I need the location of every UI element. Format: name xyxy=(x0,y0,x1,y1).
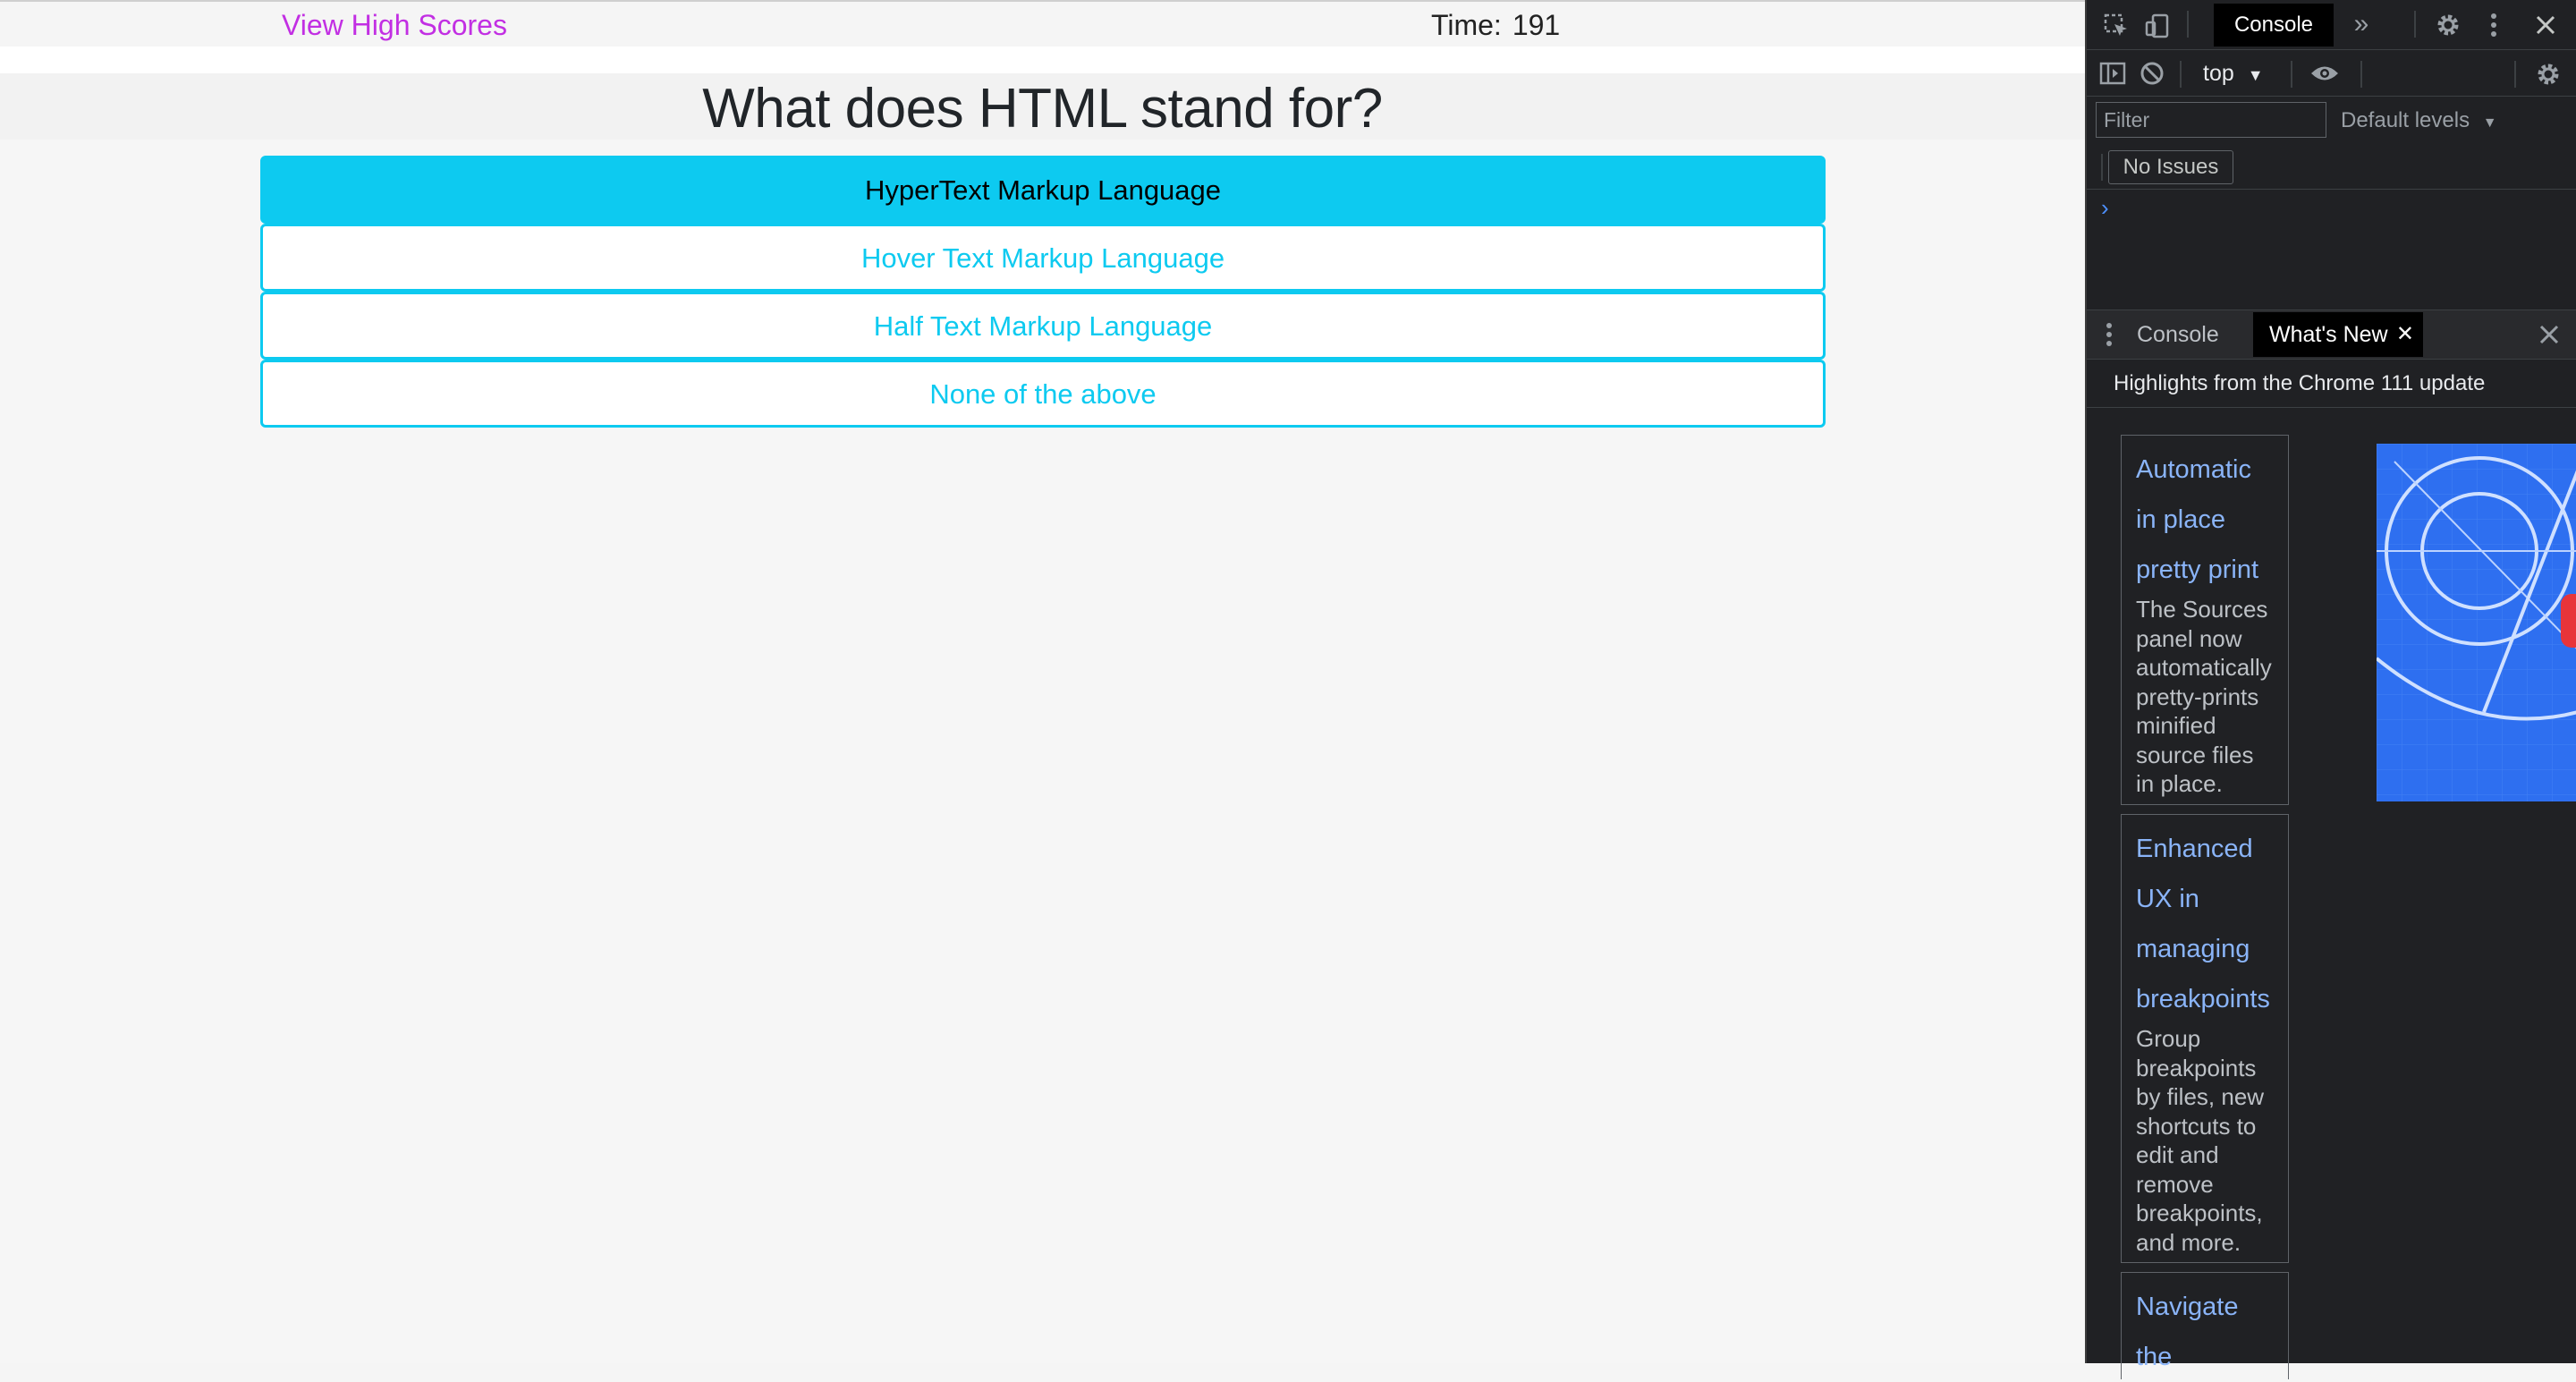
timer-label: Time: xyxy=(1431,9,1502,41)
answer-button-1[interactable]: HyperText Markup Language xyxy=(260,156,1826,224)
desc-line: edit and xyxy=(2136,1141,2219,1168)
feature-card[interactable]: Navigate the xyxy=(2121,1272,2289,1379)
close-tab-icon[interactable]: ✕ xyxy=(2396,312,2414,357)
desc-line: Group xyxy=(2136,1025,2201,1052)
title-line: Navigate xyxy=(2136,1293,2239,1321)
toolbar-divider xyxy=(2414,11,2416,38)
context-selector[interactable]: top ▼ xyxy=(2203,57,2264,91)
tab-label: What's New xyxy=(2269,322,2388,347)
feature-title[interactable]: Enhanced UX in managing breakpoints xyxy=(2136,824,2274,1024)
timer: Time: 191 xyxy=(1431,7,1560,43)
console-filter-bar: Default levels ▼ xyxy=(2087,97,2576,143)
drawer-tab-console[interactable]: Console xyxy=(2137,310,2219,359)
devtools-panel: Console » top ▼ Filter Default levels ▼ … xyxy=(2085,0,2576,1379)
drawer-menu-icon[interactable] xyxy=(2099,319,2119,350)
title-line: UX in xyxy=(2136,885,2199,913)
desc-line: breakpoints, xyxy=(2136,1200,2263,1226)
answer-button-2[interactable]: Hover Text Markup Language xyxy=(260,224,1826,292)
console-prompt-icon[interactable]: › xyxy=(2101,190,2109,225)
answer-button-3[interactable]: Half Text Markup Language xyxy=(260,292,1826,360)
top-bar: View High Scores Time: 191 xyxy=(0,0,2085,47)
more-tabs-chevron-icon[interactable]: » xyxy=(2346,9,2377,39)
issues-button[interactable]: No Issues xyxy=(2108,150,2233,184)
desc-line: remove xyxy=(2136,1170,2214,1198)
quiz-page: View High Scores Time: 191 What does HTML… xyxy=(0,0,2085,1363)
desc-line: panel now xyxy=(2136,624,2242,652)
feature-description: The Sources panel now automatically pret… xyxy=(2136,595,2274,799)
view-high-scores-link[interactable]: View High Scores xyxy=(282,7,507,43)
feature-title[interactable]: Navigate the xyxy=(2136,1282,2274,1382)
filter-input[interactable] xyxy=(2096,102,2326,138)
desc-line: shortcuts to xyxy=(2136,1112,2257,1140)
close-drawer-icon[interactable] xyxy=(2534,319,2564,350)
console-toolbar: top ▼ xyxy=(2087,50,2576,97)
toolbar-divider xyxy=(2187,11,2189,38)
live-expression-eye-icon[interactable] xyxy=(2307,58,2343,89)
desc-line: source files xyxy=(2136,741,2254,768)
device-toolbar-icon[interactable] xyxy=(2142,11,2173,41)
context-value: top xyxy=(2203,61,2234,86)
whats-new-video-thumbnail[interactable] xyxy=(2377,444,2576,801)
drawer-tab-whats-new[interactable]: What's New ✕ xyxy=(2253,312,2423,357)
inspect-element-icon[interactable] xyxy=(2101,11,2131,41)
answer-list: HyperText Markup Language Hover Text Mar… xyxy=(260,156,1826,428)
desc-line: breakpoints xyxy=(2136,1054,2257,1081)
dropdown-arrow-icon: ▼ xyxy=(2482,115,2497,131)
toolbar-divider xyxy=(2180,61,2182,88)
tab-console[interactable]: Console xyxy=(2214,4,2334,47)
dropdown-arrow-icon: ▼ xyxy=(2247,66,2264,84)
kebab-menu-icon[interactable] xyxy=(2480,9,2507,41)
desc-line: pretty-prints xyxy=(2136,683,2259,710)
timer-value: 191 xyxy=(1512,9,1561,41)
feature-description: Group breakpoints by files, new shortcut… xyxy=(2136,1024,2274,1257)
desc-line: The Sources xyxy=(2136,596,2268,623)
title-line: in place xyxy=(2136,505,2225,534)
toolbar-divider xyxy=(2514,61,2516,88)
title-line: breakpoints xyxy=(2136,985,2270,1013)
feature-card[interactable]: Enhanced UX in managing breakpoints Grou… xyxy=(2121,814,2289,1263)
feature-card[interactable]: Automatic in place pretty print The Sour… xyxy=(2121,435,2289,805)
desc-line: automatically xyxy=(2136,654,2272,681)
close-devtools-icon[interactable] xyxy=(2530,9,2561,41)
log-levels-dropdown[interactable]: Default levels ▼ xyxy=(2341,107,2497,137)
devtools-main-toolbar: Console » xyxy=(2087,0,2576,50)
title-line: managing xyxy=(2136,935,2250,963)
desc-line: and more. xyxy=(2136,1228,2241,1256)
toolbar-divider xyxy=(2360,61,2362,88)
desc-line: minified xyxy=(2136,712,2216,739)
drawer-tab-bar: Console What's New ✕ xyxy=(2087,309,2576,360)
toolbar-divider xyxy=(2101,154,2103,181)
issues-bar: No Issues xyxy=(2087,143,2576,190)
settings-gear-icon[interactable] xyxy=(2432,9,2464,41)
title-line: pretty print xyxy=(2136,555,2258,584)
header-spacer xyxy=(0,47,2085,73)
toolbar-divider xyxy=(2291,61,2292,88)
desc-line: in place. xyxy=(2136,770,2223,797)
title-line: Automatic xyxy=(2136,455,2251,484)
sidebar-toggle-icon[interactable] xyxy=(2097,58,2128,89)
feature-title[interactable]: Automatic in place pretty print xyxy=(2136,445,2274,595)
title-line: the xyxy=(2136,1343,2173,1371)
console-settings-gear-icon[interactable] xyxy=(2532,58,2564,90)
clear-console-icon[interactable] xyxy=(2137,58,2167,89)
desc-line: by files, new xyxy=(2136,1083,2265,1110)
answer-button-4[interactable]: None of the above xyxy=(260,360,1826,428)
question-title: What does HTML stand for? xyxy=(702,78,1383,140)
log-levels-label: Default levels xyxy=(2341,108,2470,132)
whats-new-heading: Highlights from the Chrome 111 update xyxy=(2087,360,2576,408)
title-line: Enhanced xyxy=(2136,835,2253,863)
